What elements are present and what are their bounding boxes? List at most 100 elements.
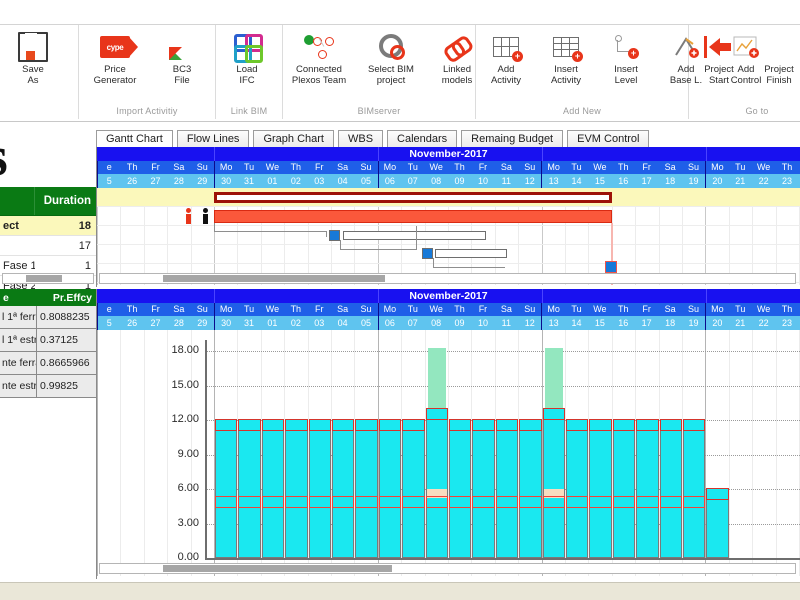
chart-bar-load[interactable]: [495, 420, 519, 558]
chart-bar-load[interactable]: [589, 420, 612, 558]
chart-bar-cap[interactable]: [238, 419, 261, 432]
gantt-subtask-bar[interactable]: [343, 231, 486, 240]
chart-bar-cap[interactable]: [285, 419, 308, 432]
gantt-milestone[interactable]: [422, 248, 433, 259]
chart-bar-cap[interactable]: [472, 419, 495, 432]
chart-plot-area[interactable]: 0.00 3.00 6.00 9.00 12.00 15.00 18.00: [97, 330, 800, 576]
scrollbar-thumb[interactable]: [26, 275, 63, 282]
scrollbar-thumb[interactable]: [162, 275, 385, 282]
chart-bar-cap[interactable]: [519, 419, 542, 432]
chart-bar-baseline-outline[interactable]: [238, 496, 261, 509]
gantt-bars-area[interactable]: [97, 188, 800, 285]
chart-bar-load[interactable]: [308, 420, 331, 558]
chart-bar-baseline-outline[interactable]: [261, 496, 285, 509]
chart-bar-load[interactable]: [542, 408, 565, 558]
chart-bar-cap[interactable]: [612, 419, 636, 432]
project-start-button[interactable]: Project Start: [689, 25, 749, 86]
chart-bar-load[interactable]: [612, 420, 636, 558]
chart-bar-cap[interactable]: [706, 488, 729, 501]
chart-bar-baseline-outline[interactable]: [378, 496, 402, 509]
chart-bar-baseline-outline[interactable]: [308, 496, 331, 509]
gantt-summary-bar[interactable]: [214, 192, 612, 203]
gantt-grid-hscrollbar[interactable]: [2, 273, 94, 284]
table-row[interactable]: ect 18: [0, 216, 96, 236]
gantt-timeline-hscrollbar[interactable]: [99, 273, 796, 284]
chart-bar-cap[interactable]: [402, 419, 425, 432]
chart-bar-baseline-outline[interactable]: [636, 496, 659, 509]
tab-calendars[interactable]: Calendars: [387, 130, 458, 148]
chart-bar-baseline-outline[interactable]: [402, 496, 425, 509]
chart-bar-baseline-outline[interactable]: [215, 496, 238, 509]
chart-bar-load[interactable]: [636, 420, 659, 558]
chart-bar-cap[interactable]: [495, 419, 519, 432]
chart-bar-load[interactable]: [425, 408, 448, 558]
chart-bar-cap[interactable]: [355, 419, 378, 432]
chart-bar-cap[interactable]: [683, 419, 706, 432]
insert-level-button[interactable]: + Insert Level: [596, 25, 656, 86]
tab-wbs[interactable]: WBS: [337, 130, 384, 148]
chart-bar-baseline-outline[interactable]: [355, 496, 378, 509]
tab-evm-control[interactable]: EVM Control: [567, 130, 650, 148]
chart-bar-cap[interactable]: [425, 407, 448, 420]
chart-bar-baseline-outline[interactable]: [332, 496, 355, 509]
chart-bar-load[interactable]: [238, 420, 261, 558]
gantt-final-milestone[interactable]: [605, 261, 617, 273]
chart-bar-cap[interactable]: [659, 419, 682, 432]
chart-bar-cap[interactable]: [332, 419, 355, 432]
connected-plexos-team-button[interactable]: Connected Plexos Team: [283, 25, 355, 86]
tab-graph-chart[interactable]: Graph Chart: [253, 130, 334, 148]
chart-bar-load[interactable]: [519, 420, 542, 558]
chart-bar-baseline-outline[interactable]: [519, 496, 542, 509]
chart-bar-cap[interactable]: [308, 419, 331, 432]
tab-flow-lines[interactable]: Flow Lines: [176, 130, 250, 148]
chart-bar-peak[interactable]: [544, 348, 563, 409]
chart-bar-load[interactable]: [566, 420, 589, 558]
scrollbar-thumb[interactable]: [162, 565, 392, 572]
gantt-task-bar[interactable]: [214, 210, 612, 223]
efficiency-grid[interactable]: e Pr.Effcy l 1ª ferrallis 0.8088235 l 1ª…: [0, 289, 97, 579]
chart-hscrollbar[interactable]: [99, 563, 796, 574]
load-ifc-button[interactable]: Load IFC: [216, 25, 278, 86]
chart-bar-load[interactable]: [449, 420, 472, 558]
chart-bar-baseline-outline[interactable]: [589, 496, 612, 509]
chart-bar-load[interactable]: [215, 420, 238, 558]
chart-bar-load[interactable]: [659, 420, 682, 558]
chart-bar-peak[interactable]: [427, 348, 446, 409]
gantt-subtask-bar[interactable]: [435, 249, 507, 258]
insert-activity-button[interactable]: + Insert Activity: [536, 25, 596, 86]
chart-bar-load[interactable]: [332, 420, 355, 558]
list-item[interactable]: l 1ª estructu 0.37125: [0, 329, 96, 352]
gantt-activity-grid[interactable]: s Duration ect 18 17 Fase 1 1 Fase 2 1: [0, 129, 97, 316]
chart-bar-load[interactable]: [285, 420, 308, 558]
table-row[interactable]: 17: [0, 236, 96, 256]
chart-bar-baseline-outline[interactable]: [425, 496, 448, 509]
chart-bar-baseline-outline[interactable]: [449, 496, 472, 509]
gantt-milestone[interactable]: [329, 230, 340, 241]
chart-bar-cap[interactable]: [261, 419, 285, 432]
bc3-file-button[interactable]: BC3 File: [151, 25, 213, 86]
chart-bar-load[interactable]: [402, 420, 425, 558]
chart-bar-cap[interactable]: [566, 419, 589, 432]
chart-bar-cap[interactable]: [378, 419, 402, 432]
tab-gantt-chart[interactable]: Gantt Chart: [96, 130, 173, 148]
chart-bar-load[interactable]: [261, 420, 285, 558]
chart-bar-baseline-outline[interactable]: [495, 496, 519, 509]
select-bim-project-button[interactable]: Select BIM project: [355, 25, 427, 86]
chart-bar-baseline-outline[interactable]: [612, 496, 636, 509]
chart-bar-load[interactable]: [378, 420, 402, 558]
tab-remaining-budget[interactable]: Remaing Budget: [461, 130, 564, 148]
save-as-button[interactable]: Save As: [2, 25, 64, 86]
price-generator-button[interactable]: cype Price Generator: [79, 25, 151, 86]
list-item[interactable]: l 1ª ferrallis 0.8088235: [0, 306, 96, 329]
chart-bar-cap[interactable]: [542, 407, 565, 420]
project-finish-button[interactable]: Project Finish: [749, 25, 800, 86]
list-item[interactable]: nte estruct 0.99825: [0, 375, 96, 398]
chart-bar-baseline-outline[interactable]: [542, 496, 565, 509]
chart-bar-baseline-outline[interactable]: [566, 496, 589, 509]
chart-bar-baseline-outline[interactable]: [472, 496, 495, 509]
chart-bar-cap[interactable]: [449, 419, 472, 432]
chart-bar-cap[interactable]: [589, 419, 612, 432]
chart-bar-baseline-outline[interactable]: [285, 496, 308, 509]
list-item[interactable]: nte ferrallis 0.8665966: [0, 352, 96, 375]
add-activity-button[interactable]: + Add Activity: [476, 25, 536, 86]
